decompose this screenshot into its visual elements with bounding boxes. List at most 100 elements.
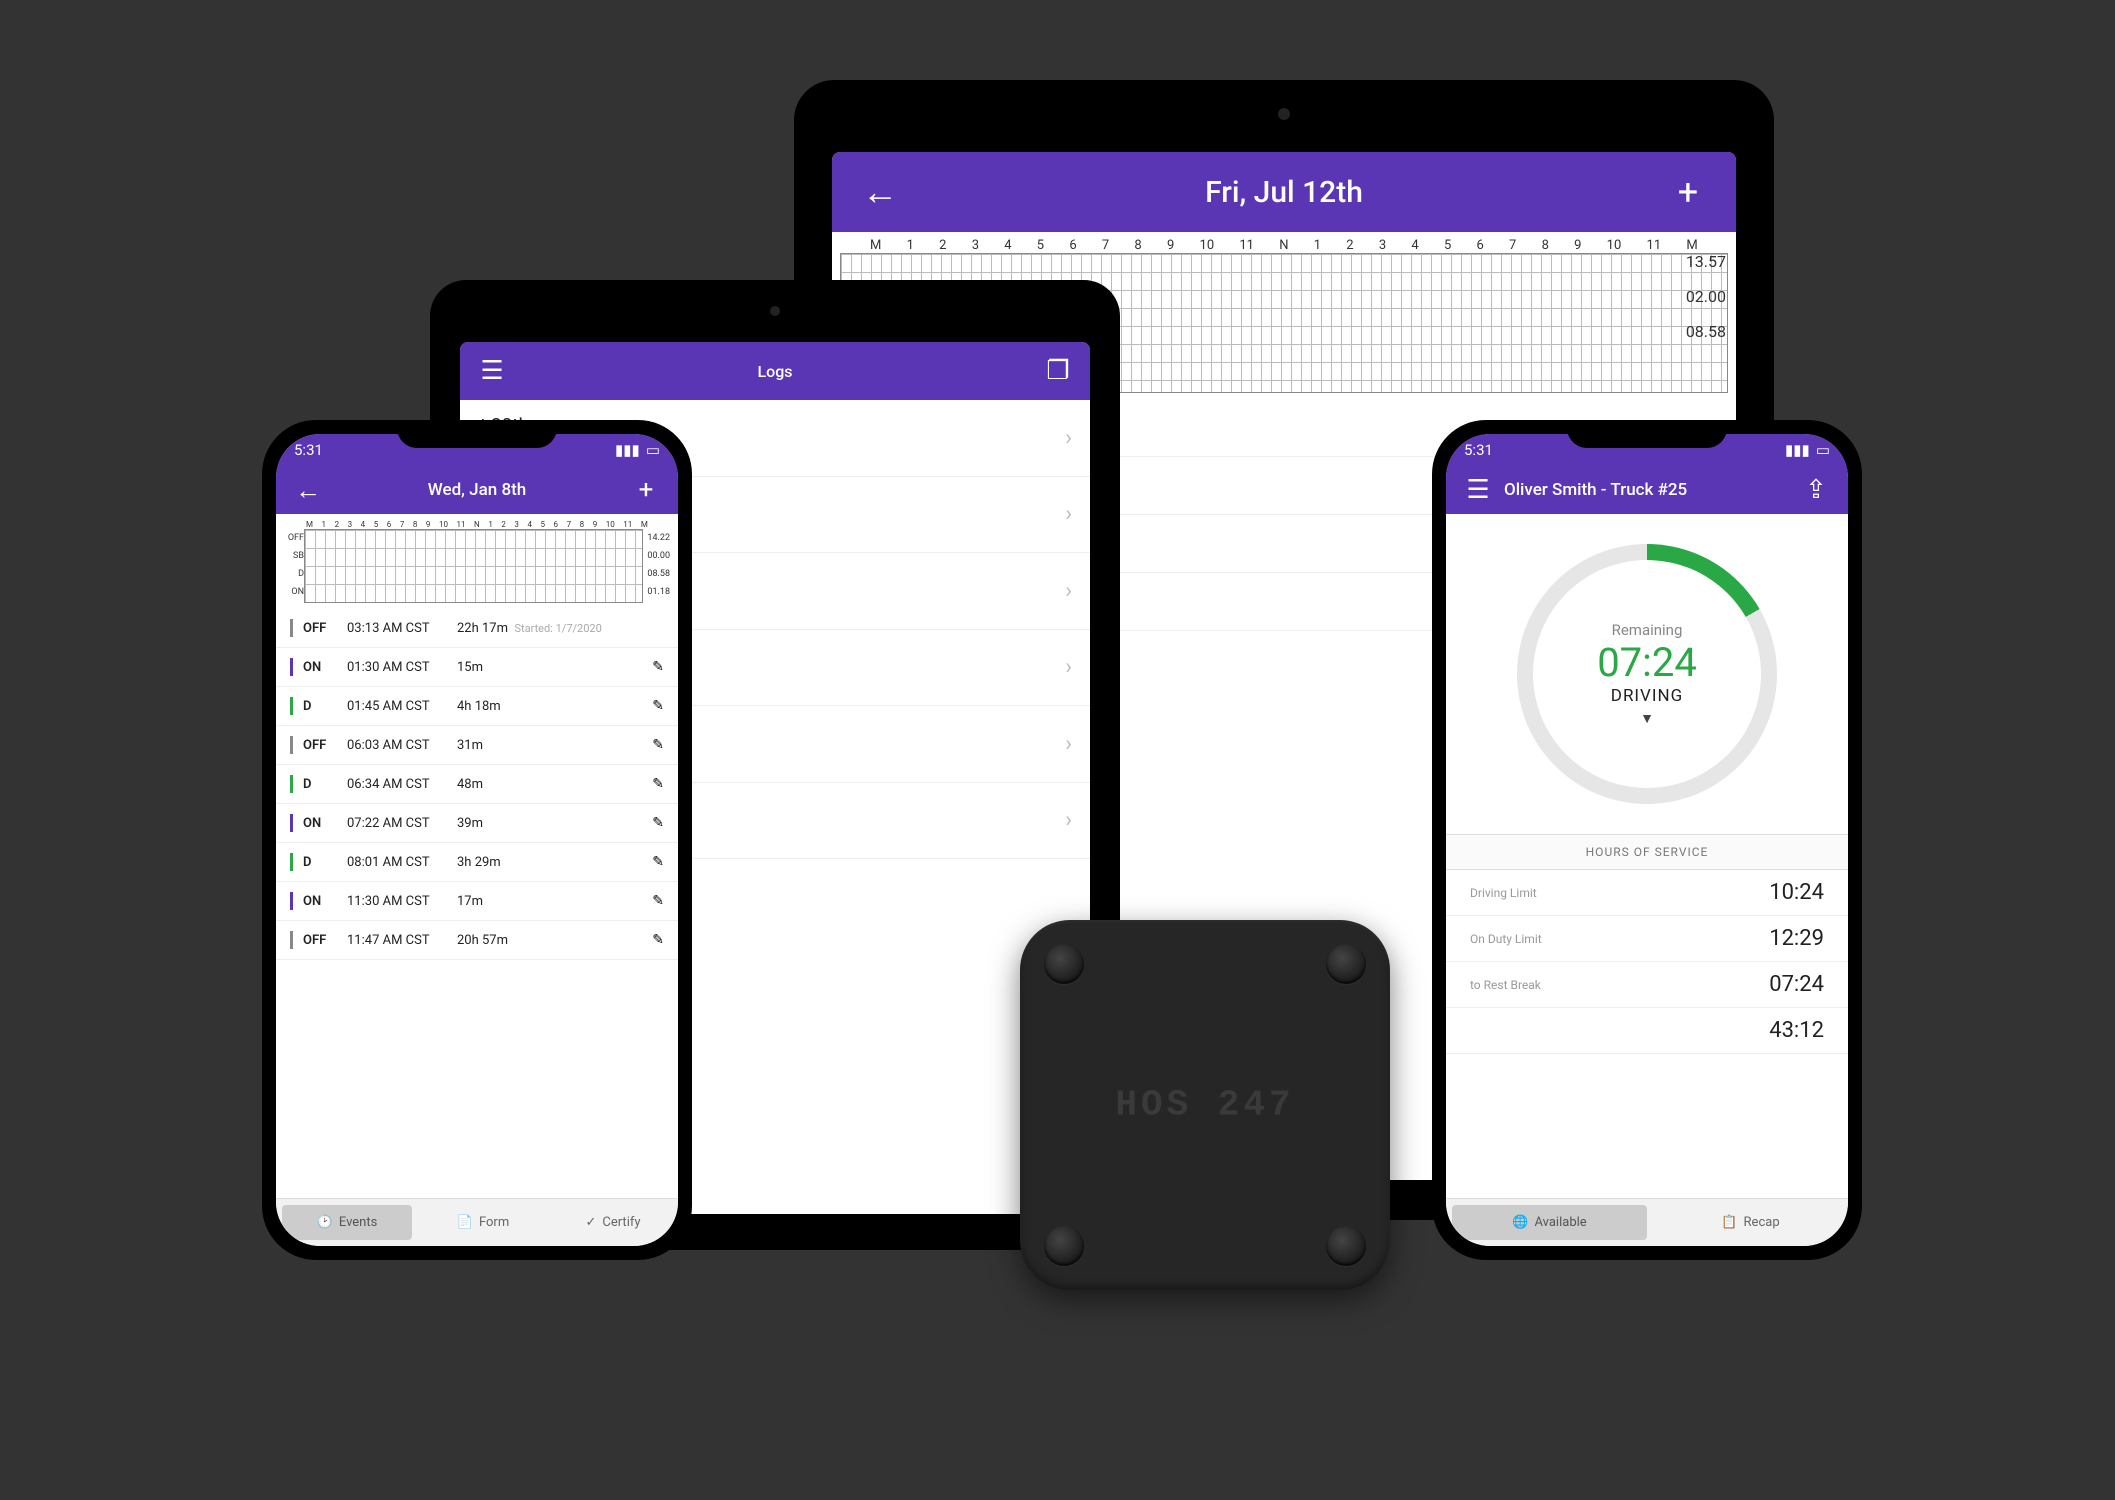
x-tick: M	[641, 520, 648, 529]
event-row[interactable]: OFF 11:47 AM CST 20h 57m ✎	[276, 921, 678, 960]
phone-right-appbar: ☰ Oliver Smith - Truck #25 ⇪	[1446, 466, 1848, 514]
tab-available[interactable]: 🌐 Available	[1452, 1205, 1647, 1240]
tab-recap[interactable]: 📋 Recap	[1653, 1199, 1848, 1246]
x-tick: N	[474, 520, 480, 529]
x-tick: 3	[1379, 238, 1386, 253]
chevron-right-icon: ›	[1065, 655, 1072, 680]
x-tick: 11	[623, 520, 632, 529]
x-tick: 10	[1200, 238, 1215, 253]
event-row[interactable]: D 01:45 AM CST 4h 18m ✎	[276, 687, 678, 726]
y-tick: SB	[284, 547, 304, 565]
x-tick: 10	[439, 520, 448, 529]
x-tick: 3	[972, 238, 979, 253]
menu-icon[interactable]: ☰	[478, 357, 506, 385]
event-duration: 15m	[457, 660, 642, 675]
screw-icon	[1044, 944, 1084, 984]
tab-label: Certify	[602, 1215, 640, 1230]
add-icon[interactable]: +	[1668, 172, 1708, 212]
status-bar-icon	[290, 931, 293, 949]
x-tick: 6	[387, 520, 392, 529]
menu-icon[interactable]: ☰	[1464, 476, 1492, 504]
hos-value: 10:24	[1769, 880, 1824, 905]
row-val: 14.22	[647, 529, 670, 547]
chevron-down-icon[interactable]: ▼	[1640, 710, 1654, 727]
x-tick: 6	[1069, 238, 1076, 253]
status-bar-icon	[290, 892, 293, 910]
upload-icon[interactable]: ⇪	[1802, 476, 1830, 504]
event-row[interactable]: D 08:01 AM CST 3h 29m ✎	[276, 843, 678, 882]
event-row[interactable]: ON 01:30 AM CST 15m ✎	[276, 648, 678, 687]
x-tick: 5	[541, 520, 546, 529]
back-arrow-icon[interactable]: ←	[860, 172, 900, 212]
x-tick: 1	[907, 238, 914, 253]
camera-dot	[1278, 108, 1290, 120]
event-time: 01:45 AM CST	[347, 699, 447, 714]
signal-icon: ▮▮▮	[1785, 441, 1810, 459]
event-row[interactable]: ON 11:30 AM CST 17m ✎	[276, 882, 678, 921]
event-row[interactable]: OFF 03:13 AM CST 22h 17m Started: 1/7/20…	[276, 609, 678, 648]
x-tick: 5	[1444, 238, 1451, 253]
status-bar-icon	[290, 697, 293, 715]
tab-certify[interactable]: ✓ Certify	[548, 1199, 678, 1246]
event-row[interactable]: OFF 06:03 AM CST 31m ✎	[276, 726, 678, 765]
row-val: 01.18	[647, 583, 670, 601]
x-tick: 1	[322, 520, 327, 529]
hos-row: 43:12	[1446, 1008, 1848, 1054]
x-tick: 9	[426, 520, 431, 529]
pencil-icon[interactable]: ✎	[652, 659, 664, 675]
x-tick: M	[870, 238, 881, 253]
event-row[interactable]: D 06:34 AM CST 48m ✎	[276, 765, 678, 804]
pencil-icon[interactable]: ✎	[652, 893, 664, 909]
pencil-icon[interactable]: ✎	[652, 737, 664, 753]
pencil-icon[interactable]: ✎	[652, 932, 664, 948]
x-tick: 10	[606, 520, 615, 529]
phone-right-title: Oliver Smith - Truck #25	[1504, 480, 1802, 500]
add-icon[interactable]: +	[632, 476, 660, 504]
event-time: 11:47 AM CST	[347, 933, 447, 948]
pencil-icon[interactable]: ✎	[652, 854, 664, 870]
back-arrow-icon[interactable]: ←	[294, 476, 322, 504]
x-tick: 9	[593, 520, 598, 529]
phone-notch	[397, 420, 557, 448]
row-val: 08.58	[647, 565, 670, 583]
phone-left-title: Wed, Jan 8th	[322, 480, 632, 500]
status-bar-icon	[290, 775, 293, 793]
pencil-icon[interactable]: ✎	[652, 815, 664, 831]
tab-icon: 📄	[457, 1215, 473, 1230]
y-tick: D	[284, 565, 304, 583]
event-status: D	[303, 777, 337, 792]
chevron-right-icon: ›	[1065, 578, 1072, 603]
x-tick: 2	[939, 238, 946, 253]
x-tick: 4	[527, 520, 532, 529]
event-status: OFF	[303, 738, 337, 753]
pencil-icon[interactable]: ✎	[652, 776, 664, 792]
event-time: 01:30 AM CST	[347, 660, 447, 675]
event-status: OFF	[303, 621, 337, 636]
hos-header: HOURS OF SERVICE	[1446, 834, 1848, 870]
driving-gauge[interactable]: Remaining 07:24 DRIVING ▼	[1517, 544, 1777, 804]
hos-value: 12:29	[1769, 926, 1824, 951]
event-status: OFF	[303, 933, 337, 948]
x-tick: 1	[1314, 238, 1321, 253]
tab-events[interactable]: 🕑 Events	[282, 1205, 412, 1240]
x-tick: N	[1279, 238, 1288, 253]
screw-icon	[1044, 1226, 1084, 1266]
x-tick: 8	[1542, 238, 1549, 253]
remain-value: 07:24	[1597, 639, 1697, 686]
signal-icon: ▮▮▮	[615, 441, 640, 459]
x-tick: 7	[567, 520, 572, 529]
copy-icon[interactable]: ❐	[1044, 357, 1072, 385]
event-row[interactable]: ON 07:22 AM CST 39m ✎	[276, 804, 678, 843]
row-val: 02.00	[1686, 279, 1726, 314]
chevron-right-icon: ›	[1065, 731, 1072, 756]
hardware-brand: HOS 247	[1020, 1085, 1390, 1126]
tab-form[interactable]: 📄 Form	[418, 1199, 548, 1246]
x-tick: 1	[488, 520, 493, 529]
event-duration: 31m	[457, 738, 642, 753]
x-tick: 3	[348, 520, 353, 529]
row-val: 08.58	[1686, 314, 1726, 349]
y-tick: ON	[284, 583, 304, 601]
event-duration: 3h 29m	[457, 855, 642, 870]
pencil-icon[interactable]: ✎	[652, 698, 664, 714]
tab-label: Recap	[1744, 1215, 1780, 1230]
